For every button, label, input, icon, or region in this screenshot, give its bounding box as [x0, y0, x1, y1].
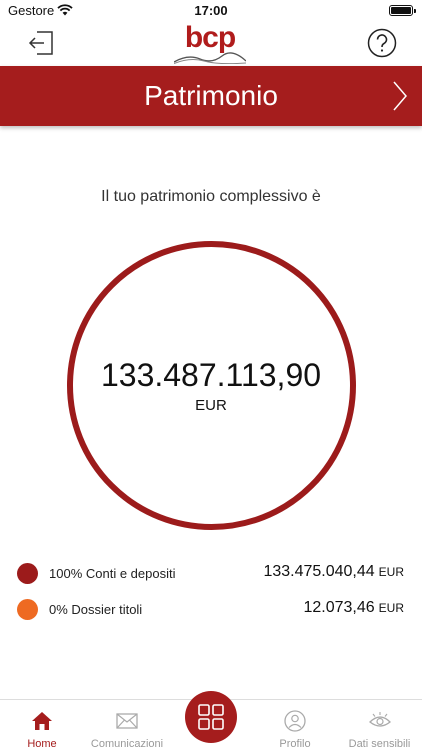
breakdown-label: 0% Dossier titoli: [49, 602, 143, 617]
securities-color-dot: [17, 599, 38, 620]
help-icon[interactable]: [367, 28, 397, 58]
tab-comunicazioni[interactable]: Comunicazioni: [84, 700, 170, 750]
title-bar: Patrimonio: [0, 66, 422, 126]
logo-text: bcp: [184, 21, 236, 54]
top-bar: bcp: [0, 22, 422, 66]
total-amount: 133.487.113,90: [100, 357, 322, 393]
menu-grid-button[interactable]: [185, 691, 237, 743]
tab-profilo[interactable]: Profilo: [253, 700, 337, 750]
breakdown-amount: 133.475.040,44 EUR: [263, 563, 404, 580]
eye-icon: [368, 712, 391, 727]
breakdown-label: 100% Conti e depositi: [49, 566, 176, 581]
tab-home[interactable]: Home: [0, 700, 84, 750]
mail-icon: [116, 713, 138, 729]
grid-icon: [198, 704, 224, 730]
logout-icon[interactable]: [28, 30, 54, 56]
accounts-color-dot: [17, 563, 38, 584]
breakdown-row-accounts[interactable]: 100% Conti e depositi 133.475.040,44 EUR: [0, 563, 422, 585]
home-icon: [32, 712, 52, 730]
battery-icon: [389, 5, 416, 16]
chevron-right-icon[interactable]: [392, 80, 408, 112]
status-time: 17:00: [194, 3, 228, 18]
bank-logo: bcp: [170, 22, 250, 66]
status-bar: Gestore 17:00: [0, 0, 422, 22]
logo-wave-icon: [174, 52, 246, 64]
page-title: Patrimonio: [144, 80, 278, 111]
profile-icon: [284, 710, 306, 732]
total-currency: EUR: [195, 397, 227, 414]
summary-label: Il tuo patrimonio complessivo è: [101, 188, 321, 205]
tab-dati-sensibili[interactable]: Dati sensibili: [337, 700, 422, 750]
breakdown-row-securities[interactable]: 0% Dossier titoli 12.073,46 EUR: [0, 599, 422, 621]
breakdown-amount: 12.073,46 EUR: [303, 599, 404, 616]
